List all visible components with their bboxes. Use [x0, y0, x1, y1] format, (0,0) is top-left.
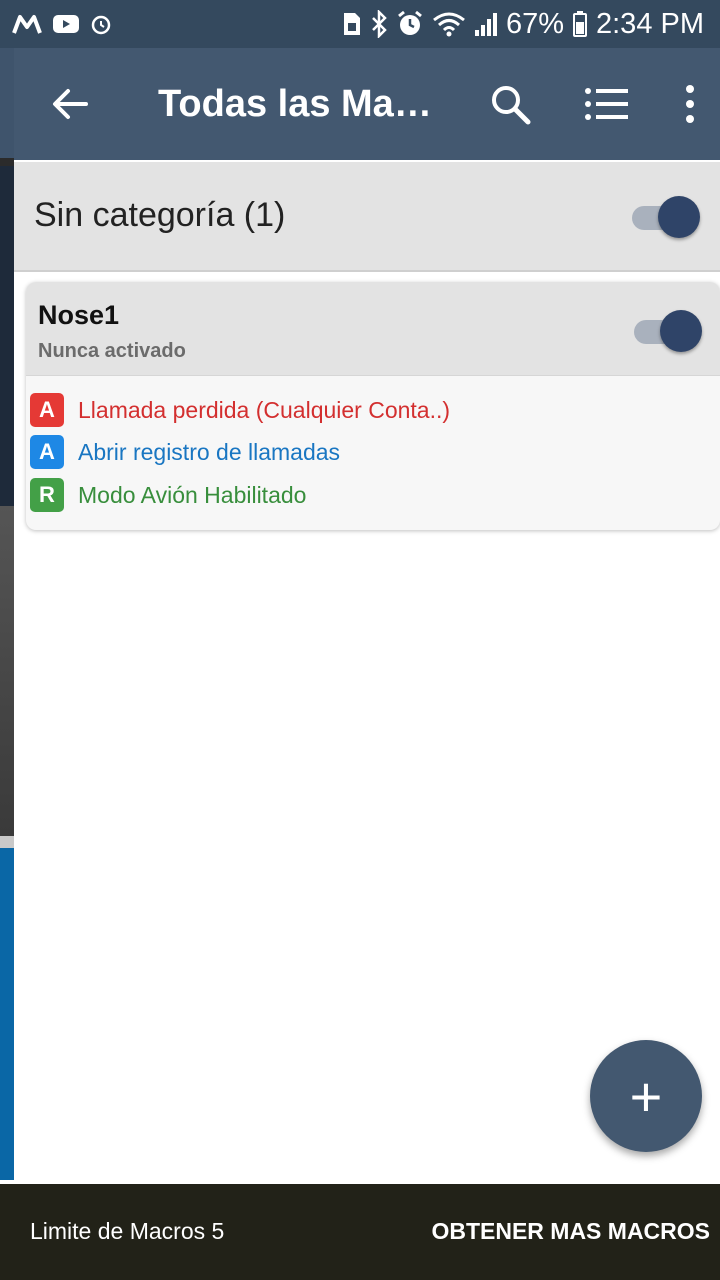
- macro-item-trigger[interactable]: A Llamada perdida (Cualquier Conta..): [30, 393, 450, 427]
- battery-icon: [573, 11, 587, 37]
- edge-strip: [0, 166, 14, 506]
- status-bar: 67% 2:34 PM: [0, 0, 720, 48]
- action-badge: A: [30, 435, 64, 469]
- category-header[interactable]: Sin categoría (1): [14, 162, 720, 272]
- macro-toggle[interactable]: [630, 310, 702, 352]
- list-view-icon[interactable]: [582, 82, 630, 126]
- alarm-icon: [91, 15, 111, 35]
- edge-strip: [0, 158, 14, 166]
- more-options-icon[interactable]: [672, 82, 708, 126]
- macro-item-constraint[interactable]: R Modo Avión Habilitado: [30, 478, 306, 512]
- macro-item-text: Llamada perdida (Cualquier Conta..): [78, 396, 451, 423]
- edge-strip: [0, 48, 14, 158]
- category-label: Sin categoría (1): [34, 196, 286, 234]
- edge-strip: [0, 836, 14, 848]
- search-icon[interactable]: [488, 82, 532, 126]
- bluetooth-icon: [372, 10, 387, 38]
- sim-icon: [343, 13, 360, 35]
- macro-item-text: Modo Avión Habilitado: [78, 481, 307, 508]
- category-toggle[interactable]: [628, 196, 700, 238]
- youtube-icon: [53, 15, 79, 33]
- macro-item-action[interactable]: A Abrir registro de llamadas: [30, 435, 340, 469]
- macro-limit-text: Limite de Macros 5: [30, 1218, 225, 1244]
- edge-strip: [0, 506, 14, 836]
- constraint-badge: R: [30, 478, 64, 512]
- macro-card[interactable]: Nose1 Nunca activado A Llamada perdida (…: [26, 282, 720, 530]
- alarm-clock-icon: [398, 10, 422, 35]
- bottom-bar: Limite de Macros 5 OBTENER MAS MACROS: [0, 1184, 720, 1280]
- battery-percent: 67%: [505, 7, 564, 40]
- page-title: Todas las Macros: [158, 83, 448, 125]
- add-macro-button[interactable]: +: [590, 1040, 702, 1152]
- app-bar: Todas las Macros: [14, 48, 720, 160]
- m-logo-icon: [12, 15, 42, 34]
- macro-name: Nose1: [38, 300, 120, 330]
- trigger-badge: A: [30, 393, 64, 427]
- signal-icon: [474, 13, 497, 36]
- get-more-macros-button[interactable]: OBTENER MAS MACROS: [431, 1218, 710, 1245]
- plus-icon: +: [629, 1064, 663, 1128]
- macro-card-header[interactable]: Nose1 Nunca activado: [26, 282, 720, 376]
- clock: 2:34 PM: [596, 7, 704, 40]
- macro-status: Nunca activado: [38, 340, 186, 362]
- wifi-icon: [433, 12, 465, 37]
- back-arrow-icon[interactable]: [48, 82, 92, 126]
- edge-strip: [0, 848, 14, 1180]
- macro-item-text: Abrir registro de llamadas: [78, 438, 341, 465]
